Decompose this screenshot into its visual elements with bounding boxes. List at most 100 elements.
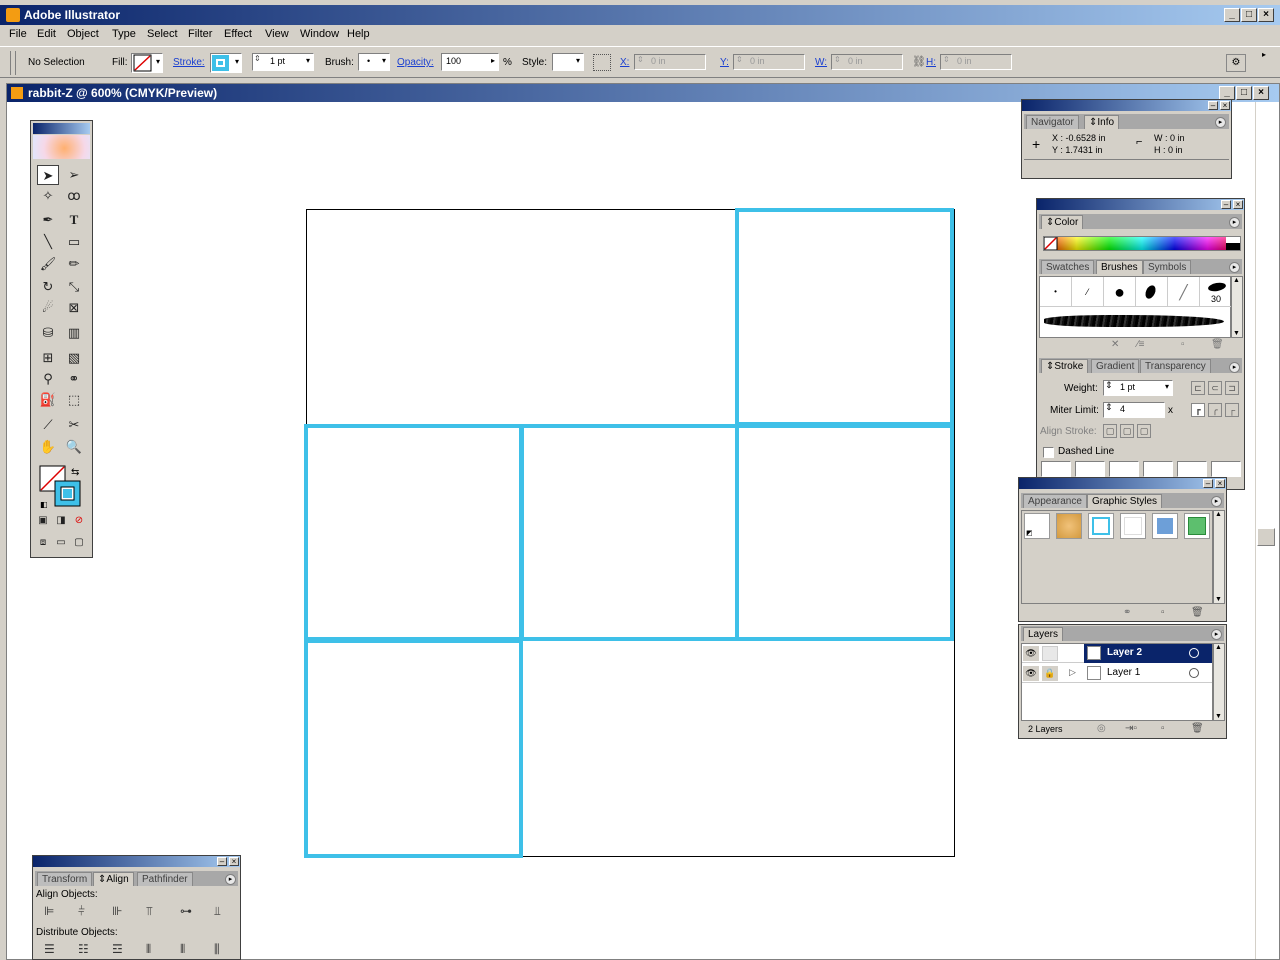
tab-info[interactable]: ⇕Info	[1084, 115, 1120, 129]
stroke-weight-field[interactable]: ⇕ 1 pt ▾	[252, 53, 314, 71]
doc-restore-button[interactable]: □	[1236, 86, 1252, 100]
tab-stroke[interactable]: ⇕Stroke	[1041, 359, 1089, 373]
color-spectrum[interactable]	[1043, 236, 1241, 251]
adobe-logo[interactable]	[33, 135, 90, 159]
align-left-icon[interactable]: ⊫	[44, 904, 54, 918]
color-mode-icon[interactable]: ▣	[35, 513, 51, 529]
layers-scrollbar[interactable]: ▲ ▼	[1213, 643, 1225, 721]
distribute-left-icon[interactable]: ⫴	[146, 942, 151, 957]
h-field[interactable]: ⇕ 0 in	[940, 54, 1012, 70]
brush-line[interactable]: ╱	[1168, 277, 1200, 307]
mesh-tool-icon[interactable]: ⊞	[37, 348, 59, 368]
menu-view[interactable]: View	[265, 28, 289, 40]
gstyles-menu-icon[interactable]: ▸	[1211, 496, 1222, 507]
dash-field-6[interactable]	[1211, 461, 1241, 477]
menu-filter[interactable]: Filter	[188, 28, 212, 40]
menu-file[interactable]: File	[9, 28, 27, 40]
info-close-button[interactable]: ×	[1220, 101, 1230, 110]
styles-scrollbar[interactable]: ▲ ▼	[1213, 510, 1225, 604]
distribute-hcenter-icon[interactable]: ⦀	[180, 942, 185, 957]
symbol-sprayer-tool-icon[interactable]: ⛁	[37, 323, 59, 343]
dash-field-5[interactable]	[1177, 461, 1207, 477]
brush-stroke-thin[interactable]: ⁄	[1072, 277, 1104, 307]
align-bottom-icon[interactable]: ⫫	[214, 904, 221, 919]
opacity-label[interactable]: Opacity:	[397, 57, 434, 68]
align-top-icon[interactable]: ⫪	[146, 904, 153, 919]
cap-square-icon[interactable]: ⊐	[1225, 381, 1239, 395]
brush-dropdown[interactable]: • ▾	[358, 53, 390, 71]
layer-row-layer-1[interactable]: 👁 🔒 ▷ Layer 1	[1022, 664, 1212, 683]
delete-brush-icon[interactable]: 🗑	[1211, 339, 1224, 350]
scale-tool-icon[interactable]: ⤡	[63, 277, 85, 297]
type-tool-icon[interactable]: T	[63, 210, 85, 230]
gstyles-minimize-button[interactable]: –	[1203, 479, 1213, 488]
style-blue-stroke[interactable]	[1088, 513, 1114, 539]
new-brush-icon[interactable]: ▫	[1181, 339, 1185, 350]
align-minimize-button[interactable]: –	[217, 857, 227, 866]
hand-tool-icon[interactable]: ✋	[37, 437, 59, 457]
stroke-box-icon[interactable]	[54, 480, 81, 507]
delete-style-icon[interactable]: 🗑	[1191, 607, 1204, 618]
layer-name[interactable]: Layer 2	[1107, 647, 1142, 658]
tab-pathfinder[interactable]: Pathfinder	[137, 872, 193, 886]
tab-brushes[interactable]: Brushes	[1096, 260, 1143, 274]
style-white[interactable]	[1120, 513, 1146, 539]
style-dropdown[interactable]: ▾	[552, 53, 584, 71]
expand-triangle-icon[interactable]: ▷	[1069, 667, 1076, 678]
color-minimize-button[interactable]: –	[1221, 200, 1231, 209]
brush-dot-large[interactable]: ●	[1104, 277, 1136, 307]
menu-effect[interactable]: Effect	[224, 28, 252, 40]
free-transform-tool-icon[interactable]: ⊠	[63, 298, 85, 318]
distribute-top-icon[interactable]: ☰	[44, 942, 55, 956]
rectangle-tool-icon[interactable]: ▭	[63, 232, 85, 252]
maximize-button[interactable]: □	[1241, 8, 1257, 22]
swap-icon[interactable]: ⇆	[71, 467, 79, 478]
remove-brush-stroke-icon[interactable]: ✕	[1111, 339, 1119, 350]
w-field[interactable]: ⇕ 0 in	[831, 54, 903, 70]
menu-edit[interactable]: Edit	[37, 28, 56, 40]
align-stroke-center-icon[interactable]: ▢	[1103, 424, 1117, 438]
live-paint-tool-icon[interactable]: ⛽	[37, 390, 59, 410]
align-menu-icon[interactable]: ▸	[225, 874, 236, 885]
target-circle-icon[interactable]	[1189, 668, 1199, 678]
tab-transform[interactable]: Transform	[37, 872, 93, 886]
opacity-field[interactable]: 100 ▸	[441, 53, 499, 71]
distribute-right-icon[interactable]: ⫼	[214, 942, 220, 957]
fill-swatch[interactable]: ▾	[131, 53, 163, 73]
eyedropper-tool-icon[interactable]: ⚲	[37, 369, 59, 389]
gradient-tool-icon[interactable]: ▧	[63, 348, 85, 368]
info-menu-icon[interactable]: ▸	[1215, 117, 1226, 128]
toolbox-title[interactable]	[33, 123, 90, 134]
style-blue-fill[interactable]	[1152, 513, 1178, 539]
scissors-tool-icon[interactable]: ✂	[63, 415, 85, 435]
h-label[interactable]: H:	[926, 57, 936, 68]
dash-field-4[interactable]	[1143, 461, 1173, 477]
live-paint-selection-tool-icon[interactable]: ⬚	[63, 390, 85, 410]
default-colors-icon[interactable]: ◧	[40, 500, 48, 509]
visibility-eye-icon[interactable]: 👁	[1023, 646, 1039, 661]
screen-mode-standard-icon[interactable]: ⧈	[35, 535, 51, 551]
gstyles-titlebar[interactable]	[1019, 478, 1226, 489]
color-menu-icon[interactable]: ▸	[1229, 217, 1240, 228]
tab-layers[interactable]: Layers	[1023, 627, 1064, 641]
control-grip[interactable]	[10, 51, 16, 75]
panel-options-icon[interactable]: ⚙	[1226, 54, 1246, 72]
doc-close-button[interactable]: ×	[1253, 86, 1269, 100]
vertical-scrollbar[interactable]	[1255, 102, 1279, 959]
scrollbar-thumb[interactable]	[1257, 528, 1275, 546]
menu-window[interactable]: Window	[300, 28, 339, 40]
tab-gradient[interactable]: Gradient	[1091, 359, 1140, 373]
make-clipping-mask-icon[interactable]: ◎	[1097, 723, 1106, 734]
dashed-line-checkbox[interactable]	[1043, 447, 1054, 458]
align-stroke-inside-icon[interactable]: ▢	[1120, 424, 1134, 438]
menu-help[interactable]: Help	[347, 28, 370, 40]
align-titlebar[interactable]	[33, 856, 240, 867]
dash-field-3[interactable]	[1109, 461, 1139, 477]
brush-oval[interactable]	[1136, 277, 1168, 307]
rotate-tool-icon[interactable]: ↻	[37, 277, 59, 297]
menu-object[interactable]: Object	[67, 28, 99, 40]
magic-wand-tool-icon[interactable]: ✧	[37, 186, 59, 206]
tab-graphic-styles[interactable]: Graphic Styles	[1087, 494, 1163, 508]
y-field[interactable]: ⇕ 0 in	[733, 54, 805, 70]
none-mode-icon[interactable]: ⊘	[71, 513, 87, 529]
